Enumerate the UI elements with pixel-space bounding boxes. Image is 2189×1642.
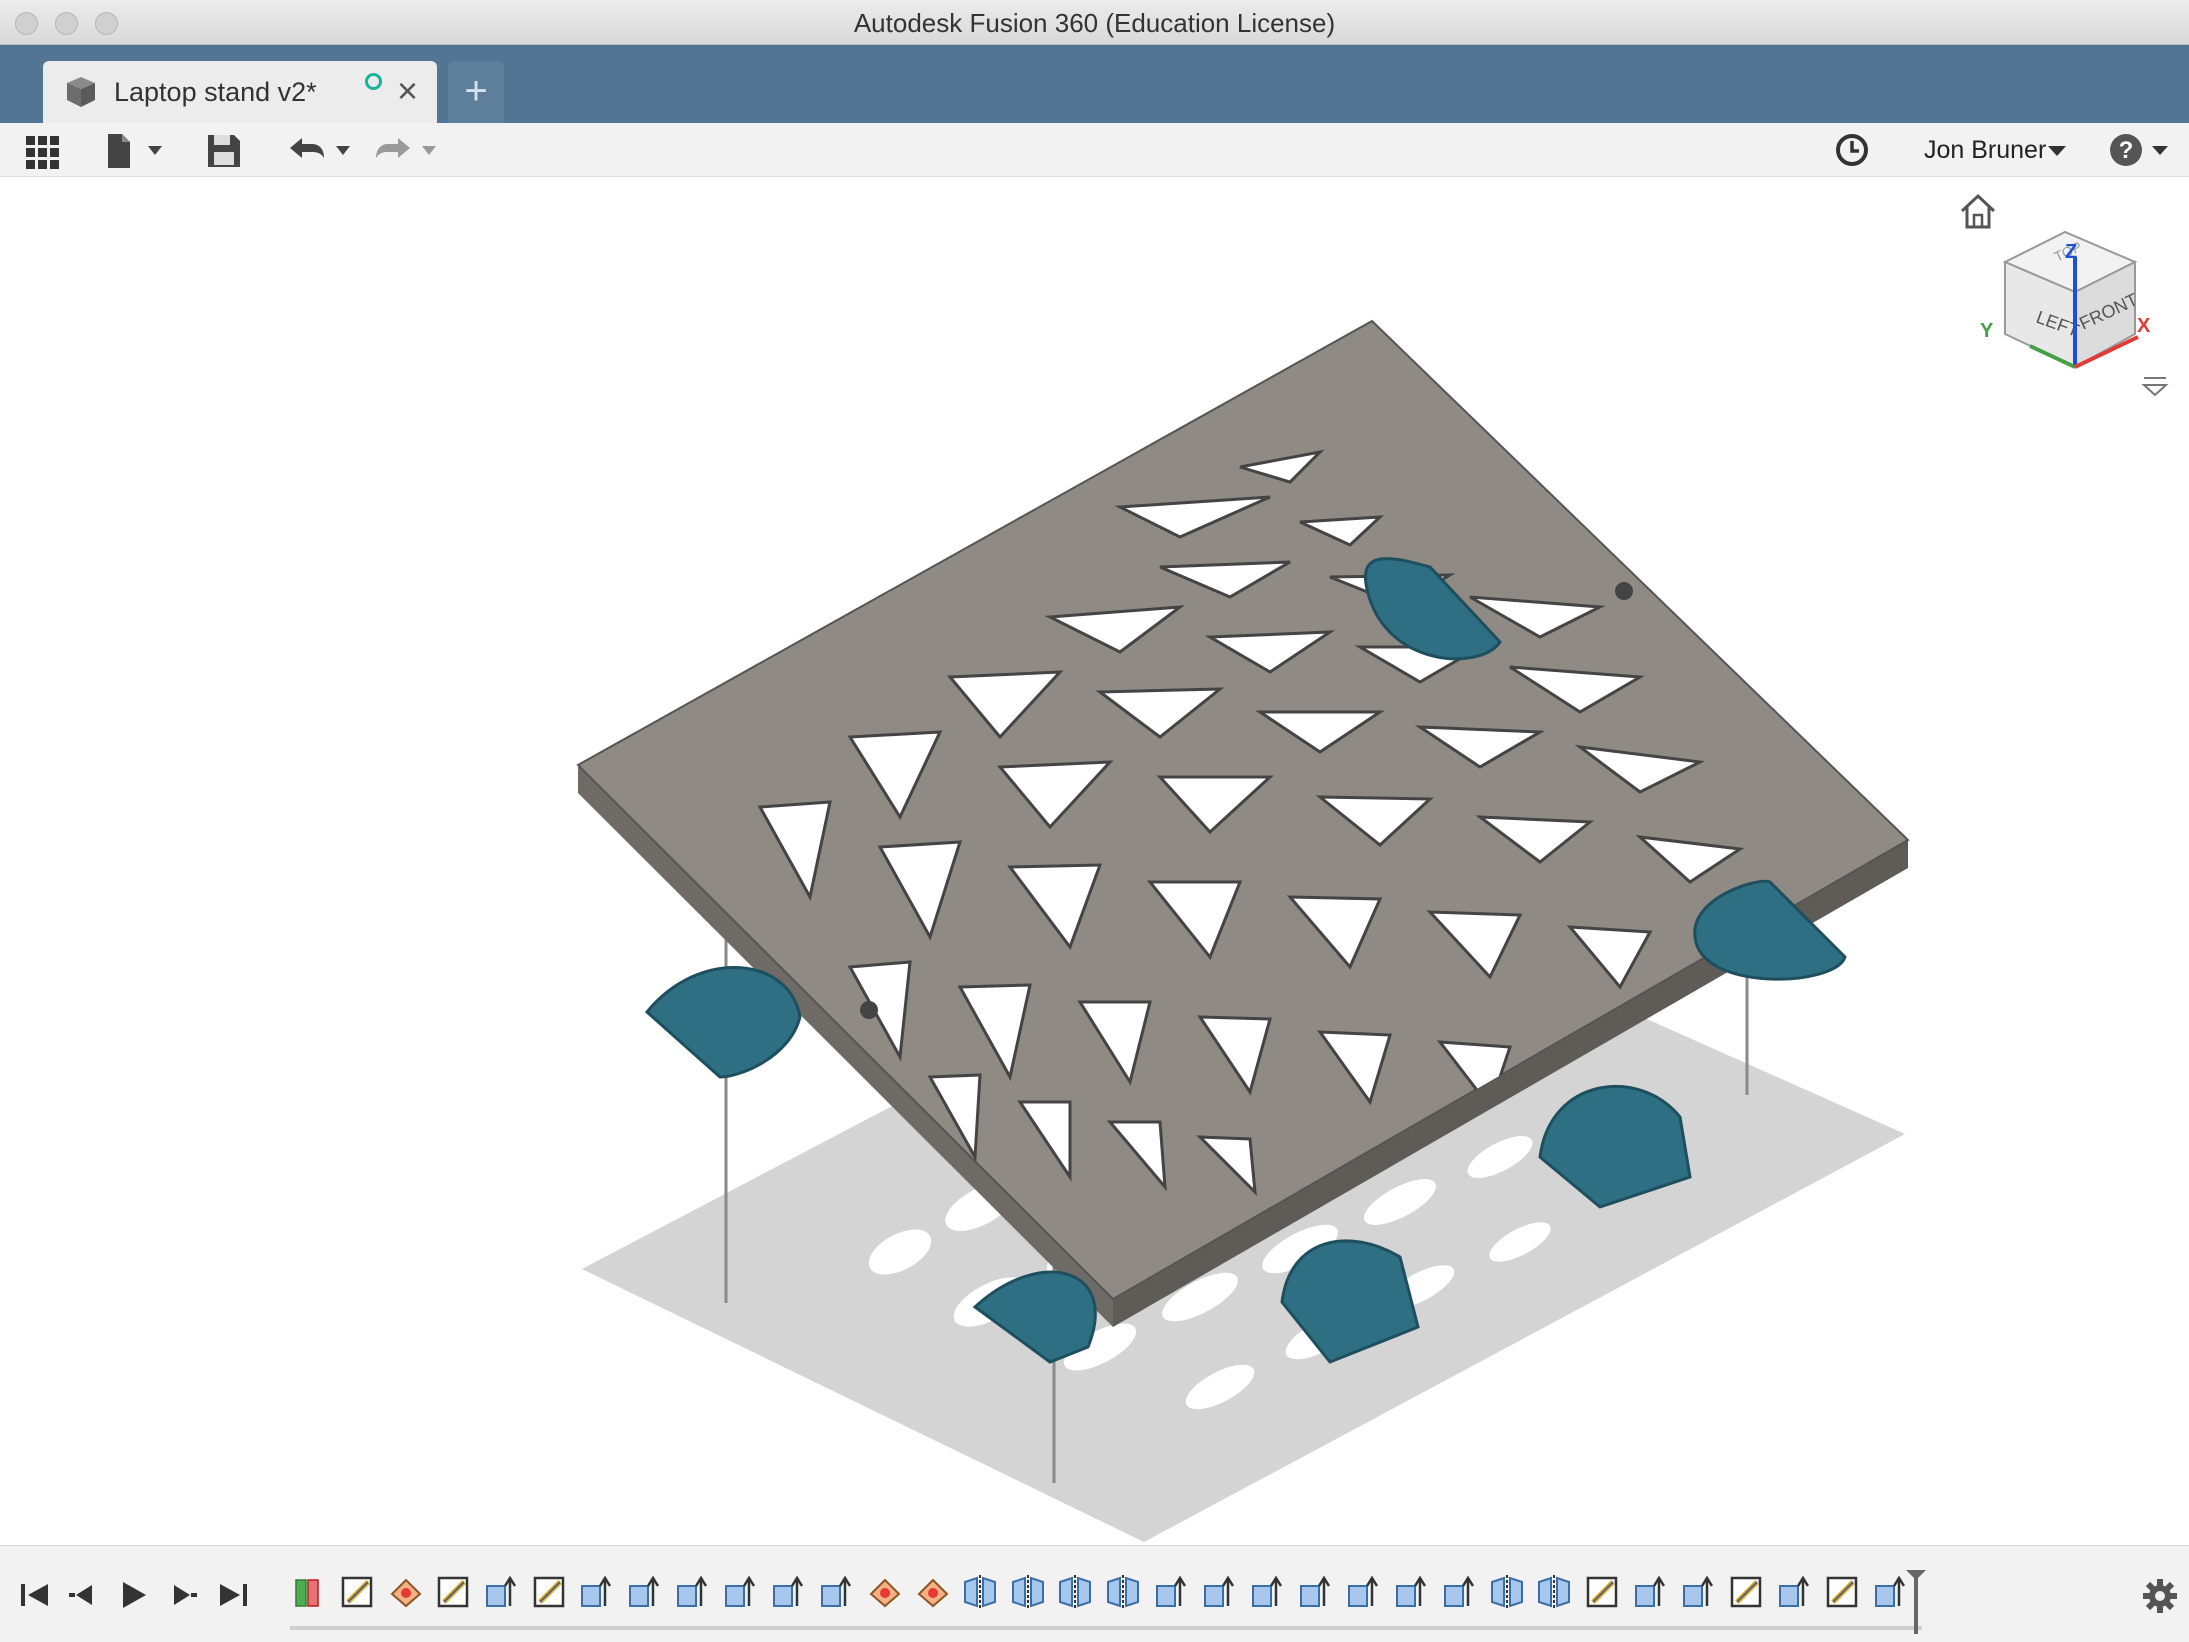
timeline-form-icon[interactable] bbox=[865, 1572, 903, 1612]
window-title: Autodesk Fusion 360 (Education License) bbox=[853, 8, 1336, 38]
redo-icon[interactable] bbox=[372, 130, 442, 170]
data-panel-icon[interactable] bbox=[24, 130, 60, 170]
help-icon[interactable]: ? bbox=[2108, 130, 2172, 170]
timeline-extrude-icon[interactable] bbox=[1152, 1572, 1190, 1612]
file-menu-icon[interactable] bbox=[104, 130, 166, 170]
timeline-extrude-icon[interactable] bbox=[1248, 1572, 1286, 1612]
timeline bbox=[0, 1545, 2189, 1642]
timeline-extrude-icon[interactable] bbox=[1392, 1572, 1430, 1612]
step-back-icon[interactable] bbox=[64, 1576, 102, 1614]
timeline-mirror-icon[interactable] bbox=[1056, 1572, 1094, 1612]
online-status-icon bbox=[365, 73, 382, 90]
timeline-extrude-icon[interactable] bbox=[769, 1572, 807, 1612]
viewcube[interactable]: LEFT FRONT TOP Z Y X bbox=[1975, 222, 2155, 402]
user-menu-chevron-down-icon[interactable] bbox=[2044, 130, 2070, 170]
timeline-extrude-icon[interactable] bbox=[577, 1572, 615, 1612]
timeline-mirror-icon[interactable] bbox=[1009, 1572, 1047, 1612]
job-status-icon[interactable] bbox=[1832, 130, 1872, 170]
timeline-form-icon[interactable] bbox=[386, 1572, 424, 1612]
user-account-menu[interactable]: Jon Bruner bbox=[1924, 136, 2046, 165]
svg-text:?: ? bbox=[2119, 137, 2134, 164]
document-tab-label: Laptop stand v2* bbox=[114, 77, 317, 107]
document-tab-bar: Laptop stand v2* × + bbox=[0, 45, 2189, 123]
timeline-sketch-icon[interactable] bbox=[530, 1572, 568, 1612]
document-tab[interactable]: Laptop stand v2* × bbox=[43, 61, 437, 123]
timeline-marker[interactable] bbox=[1904, 1568, 1928, 1634]
timeline-extrude-icon[interactable] bbox=[625, 1572, 663, 1612]
timeline-mirror-icon[interactable] bbox=[1535, 1572, 1573, 1612]
fusion-360-window: Autodesk Fusion 360 (Education License) … bbox=[0, 0, 2189, 1642]
timeline-sketch-icon[interactable] bbox=[1583, 1572, 1621, 1612]
close-tab-icon[interactable]: × bbox=[397, 73, 418, 109]
timeline-extrude-icon[interactable] bbox=[1344, 1572, 1382, 1612]
timeline-extrude-icon[interactable] bbox=[1200, 1572, 1238, 1612]
timeline-extrude-icon[interactable] bbox=[1440, 1572, 1478, 1612]
timeline-settings-gear-icon[interactable] bbox=[2142, 1578, 2178, 1614]
timeline-extrude-icon[interactable] bbox=[817, 1572, 855, 1612]
timeline-extrude-icon[interactable] bbox=[1775, 1572, 1813, 1612]
application-toolbar: Jon Bruner ? bbox=[0, 123, 2189, 177]
timeline-sketch-icon[interactable] bbox=[1823, 1572, 1861, 1612]
timeline-extrude-icon[interactable] bbox=[673, 1572, 711, 1612]
skip-to-end-icon[interactable] bbox=[214, 1576, 252, 1614]
timeline-form-icon[interactable] bbox=[913, 1572, 951, 1612]
timeline-sketch-icon[interactable] bbox=[434, 1572, 472, 1612]
timeline-extrude-icon[interactable] bbox=[1631, 1572, 1669, 1612]
timeline-mirror-icon[interactable] bbox=[961, 1572, 999, 1612]
timeline-track[interactable] bbox=[290, 1626, 1922, 1630]
timeline-sketch-icon[interactable] bbox=[1727, 1572, 1765, 1612]
viewcube-menu-chevron-down-icon[interactable] bbox=[2141, 373, 2169, 399]
3d-canvas[interactable]: LEFT FRONT TOP Z Y X bbox=[0, 177, 2189, 1545]
step-forward-icon[interactable] bbox=[164, 1576, 202, 1614]
z-axis-label: Z bbox=[2065, 241, 2077, 263]
timeline-extrude-icon[interactable] bbox=[1296, 1572, 1334, 1612]
design-document-icon bbox=[67, 77, 95, 107]
undo-icon[interactable] bbox=[286, 130, 356, 170]
title-bar: Autodesk Fusion 360 (Education License) bbox=[0, 0, 2189, 45]
timeline-sketch-icon[interactable] bbox=[338, 1572, 376, 1612]
timeline-extrude-icon[interactable] bbox=[721, 1572, 759, 1612]
timeline-derive-icon[interactable] bbox=[290, 1572, 328, 1612]
model-scene[interactable] bbox=[0, 177, 2189, 1545]
timeline-extrude-icon[interactable] bbox=[482, 1572, 520, 1612]
timeline-mirror-icon[interactable] bbox=[1104, 1572, 1142, 1612]
timeline-extrude-icon[interactable] bbox=[1679, 1572, 1717, 1612]
new-tab-button[interactable]: + bbox=[448, 61, 504, 123]
save-icon[interactable] bbox=[206, 130, 242, 170]
play-icon[interactable] bbox=[114, 1576, 152, 1614]
y-axis-label: Y bbox=[1980, 320, 1994, 342]
timeline-mirror-icon[interactable] bbox=[1488, 1572, 1526, 1612]
skip-to-start-icon[interactable] bbox=[16, 1576, 54, 1614]
x-axis-label: X bbox=[2137, 315, 2151, 337]
